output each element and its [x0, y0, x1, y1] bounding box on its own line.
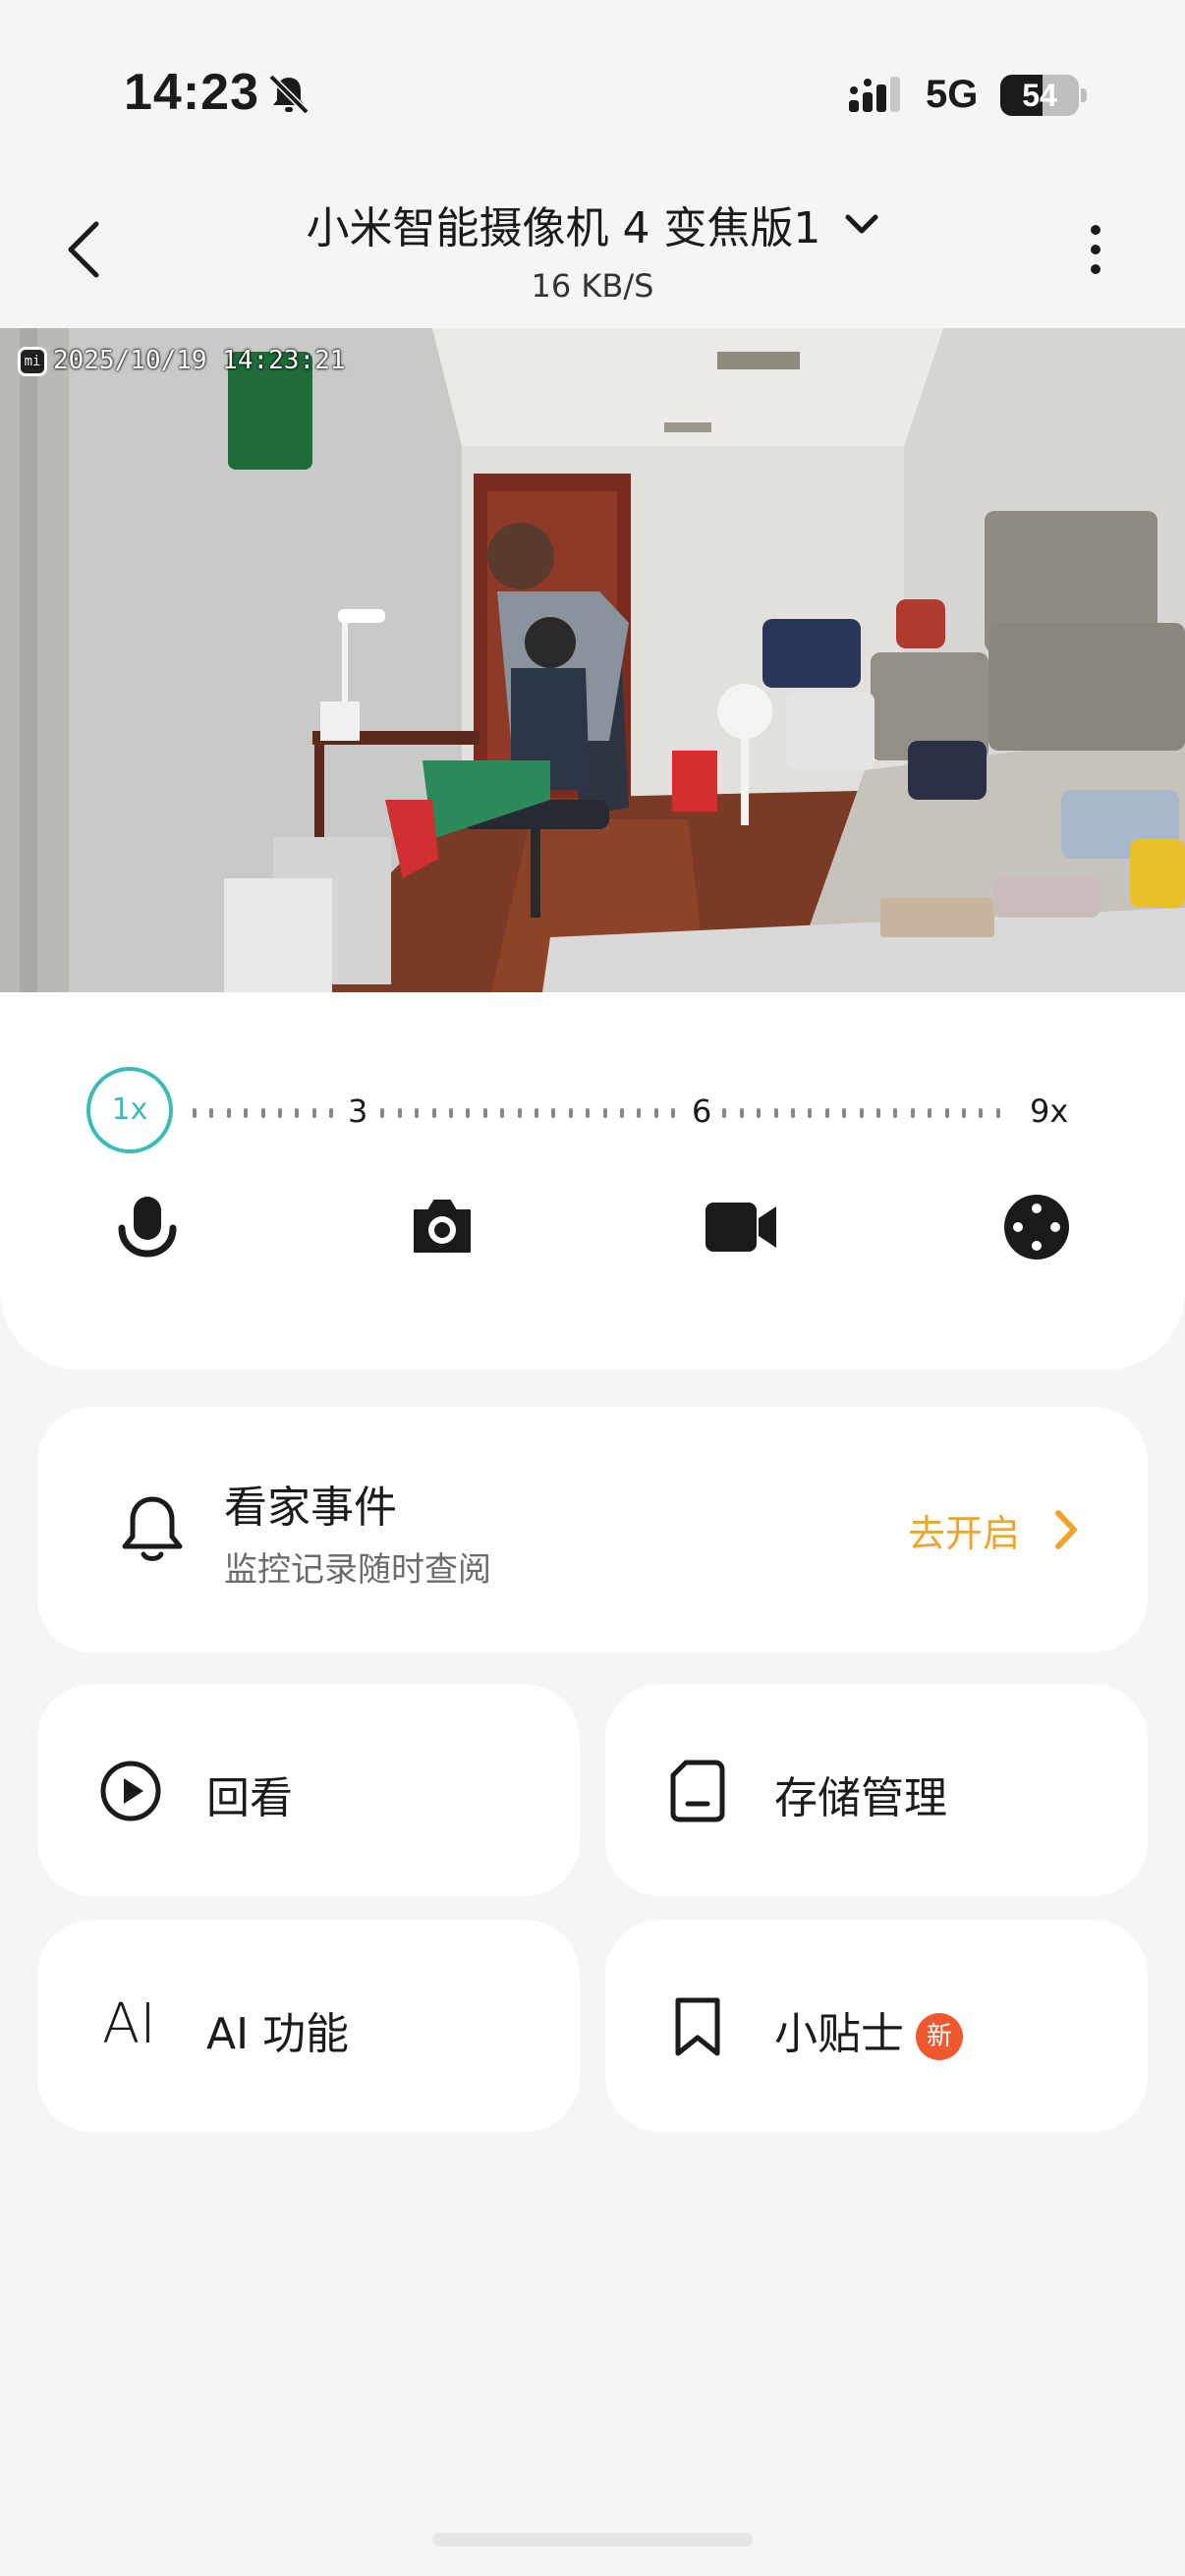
zoom-tick: [244, 1108, 248, 1118]
zoom-tick: [500, 1108, 504, 1118]
tips-label: 小贴士新: [774, 1998, 963, 2061]
ai-icon: AI: [102, 1992, 156, 2056]
zoom-tick: [603, 1108, 607, 1118]
device-title: 小米智能摄像机 4 变焦版1: [306, 203, 821, 253]
chevron-down-icon: [845, 214, 878, 234]
zoom-tick: [398, 1108, 402, 1118]
zoom-tick: [209, 1108, 213, 1118]
signal-icon: [849, 77, 900, 112]
playback-label: 回看: [206, 1773, 293, 1823]
bell-muted-icon: [268, 74, 310, 115]
zoom-tick: [449, 1108, 453, 1118]
zoom-tick: [842, 1108, 846, 1118]
zoom-tick: [380, 1108, 384, 1118]
tips-text: 小贴士: [774, 2009, 904, 2059]
camera-icon[interactable]: [409, 1193, 476, 1260]
control-panel: [0, 992, 1185, 1370]
video-record-icon[interactable]: [704, 1193, 778, 1260]
zoom-tick: [466, 1108, 470, 1118]
zoom-tick: [911, 1108, 915, 1118]
storage-card-icon: [670, 1760, 725, 1822]
battery-icon: 54: [1000, 75, 1079, 116]
zoom-tick: [860, 1108, 864, 1118]
zoom-tick: [193, 1108, 197, 1118]
zoom-tick: [671, 1108, 675, 1118]
camera-live-view[interactable]: [0, 328, 1185, 992]
zoom-mark-6: 6: [692, 1092, 712, 1130]
storage-tile[interactable]: 存储管理: [605, 1684, 1148, 1896]
tips-tile[interactable]: 小贴士新: [605, 1920, 1148, 2132]
status-time: 14:23: [124, 64, 259, 121]
zoom-tick: [757, 1108, 761, 1118]
zoom-tick: [415, 1108, 419, 1118]
microphone-icon[interactable]: [114, 1193, 181, 1260]
zoom-mark-9x: 9x: [1030, 1092, 1069, 1130]
zoom-tick: [825, 1108, 829, 1118]
home-events-card[interactable]: 看家事件 监控记录随时查阅 去开启: [37, 1407, 1148, 1652]
zoom-tick: [637, 1108, 641, 1118]
zoom-tick: [329, 1108, 333, 1118]
battery-level: 54: [1022, 78, 1057, 113]
zoom-tick: [518, 1108, 522, 1118]
bookmark-icon: [675, 1997, 720, 2056]
zoom-tick: [979, 1108, 983, 1118]
new-badge: 新: [916, 2013, 963, 2060]
joystick-icon[interactable]: [1002, 1193, 1071, 1261]
zoom-tick: [295, 1108, 299, 1118]
zoom-tick: [740, 1108, 744, 1118]
play-circle-icon: [100, 1761, 161, 1821]
events-enable-link[interactable]: 去开启: [908, 1503, 1020, 1557]
zoom-tick: [774, 1108, 778, 1118]
ai-label: AI 功能: [206, 2009, 350, 2059]
zoom-tick: [227, 1108, 231, 1118]
home-indicator[interactable]: [432, 2533, 753, 2547]
zoom-tick: [893, 1108, 897, 1118]
bell-icon: [122, 1496, 183, 1561]
zoom-indicator[interactable]: 1x: [86, 1067, 173, 1153]
zoom-tick: [569, 1108, 573, 1118]
device-selector[interactable]: 小米智能摄像机 4 变焦版1: [0, 193, 1185, 255]
zoom-tick: [312, 1108, 316, 1118]
more-options-icon[interactable]: [1081, 222, 1110, 277]
zoom-tick: [586, 1108, 590, 1118]
zoom-tick: [928, 1108, 931, 1118]
storage-label: 存储管理: [774, 1773, 947, 1823]
events-title: 看家事件: [224, 1483, 397, 1533]
zoom-tick: [278, 1108, 282, 1118]
zoom-tick: [808, 1108, 812, 1118]
zoom-tick: [962, 1108, 966, 1118]
network-type: 5G: [926, 73, 979, 116]
zoom-tick: [945, 1108, 949, 1118]
zoom-tick: [535, 1108, 538, 1118]
zoom-tick: [261, 1108, 265, 1118]
video-timestamp: mi 2025/10/19 14:23:21: [18, 346, 345, 376]
bitrate: 16 KB/S: [531, 267, 654, 305]
chevron-right-icon: [1055, 1510, 1077, 1549]
playback-tile[interactable]: 回看: [37, 1684, 580, 1896]
mi-logo: mi: [18, 346, 47, 376]
timestamp-text: 2025/10/19 14:23:21: [53, 346, 346, 375]
battery-tip: [1081, 88, 1087, 102]
zoom-tick: [791, 1108, 795, 1118]
zoom-tick: [722, 1108, 726, 1118]
zoom-tick: [876, 1108, 880, 1118]
ai-features-tile[interactable]: AI AI 功能: [37, 1920, 580, 2132]
zoom-mark-3: 3: [348, 1092, 368, 1130]
zoom-tick: [483, 1108, 487, 1118]
events-subtitle: 监控记录随时查阅: [224, 1550, 491, 1590]
zoom-tick: [432, 1108, 436, 1118]
zoom-tick: [654, 1108, 658, 1118]
zoom-tick: [996, 1108, 1000, 1118]
zoom-tick: [620, 1108, 624, 1118]
zoom-tick: [551, 1108, 555, 1118]
